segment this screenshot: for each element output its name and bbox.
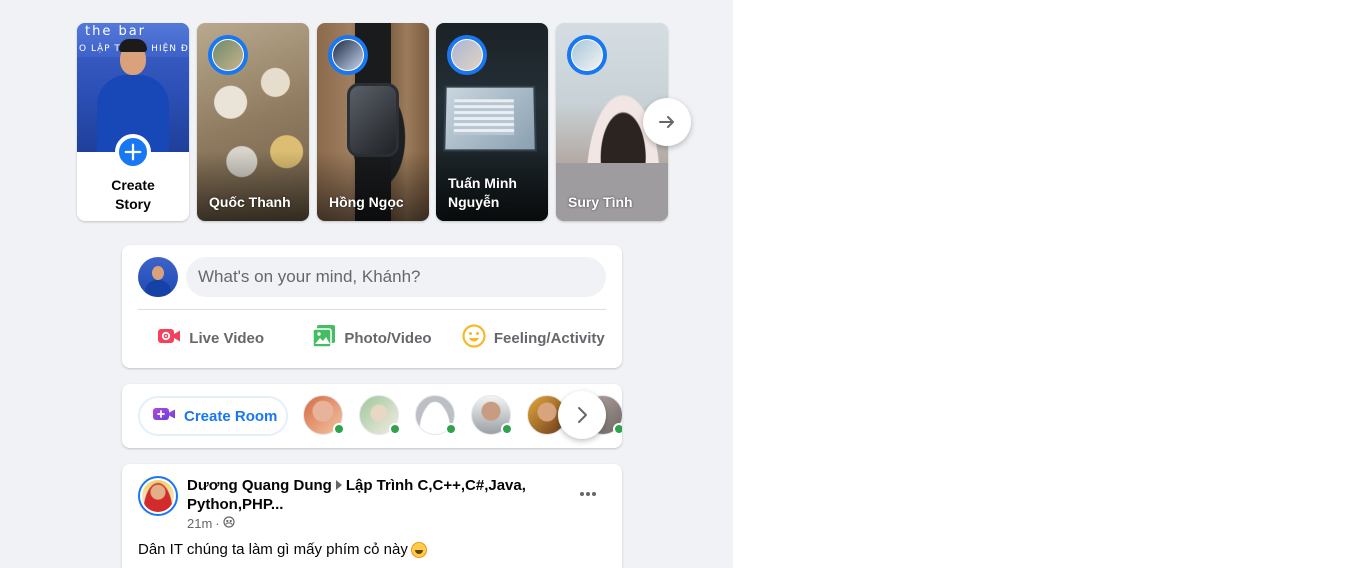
create-room-label: Create Room — [184, 407, 278, 425]
feeling-icon — [462, 324, 486, 352]
live-video-button[interactable]: Live Video — [130, 317, 291, 359]
group-audience-icon — [223, 516, 235, 531]
online-indicator — [501, 423, 513, 435]
whats-on-your-mind-input[interactable]: What's on your mind, Khánh? — [186, 257, 606, 297]
story-card-tuan-minh-nguyen[interactable]: Tuấn Minh Nguyễn — [436, 23, 548, 221]
online-indicator — [445, 423, 457, 435]
story-avatar — [447, 35, 487, 75]
story-avatar — [208, 35, 248, 75]
post-time[interactable]: 21m — [187, 516, 212, 531]
story-card-hong-ngoc[interactable]: Hồng Ngọc — [317, 23, 429, 221]
stories-tray: the bar O LẬP TRÌNH HIỆN ĐẠI Create Stor… — [77, 23, 697, 221]
more-horizontal-icon[interactable] — [572, 478, 604, 510]
video-plus-icon — [152, 402, 176, 430]
story-card-quoc-thanh[interactable]: Quốc Thanh — [197, 23, 309, 221]
photo-video-button[interactable]: Photo/Video — [291, 317, 452, 359]
create-room-button[interactable]: Create Room — [138, 396, 288, 436]
photo-banner-text: the bar — [85, 24, 147, 39]
create-story-card[interactable]: the bar O LẬP TRÌNH HIỆN ĐẠI Create Stor… — [77, 23, 189, 221]
rooms-bar: Create Room — [122, 384, 622, 448]
divider — [138, 309, 606, 310]
post-composer: What's on your mind, Khánh? Live Video P… — [122, 245, 622, 368]
live-video-label: Live Video — [189, 329, 265, 347]
photo-icon — [312, 324, 336, 352]
story-name: Hồng Ngọc — [329, 194, 404, 210]
online-contact[interactable] — [359, 395, 401, 437]
composer-actions: Live Video Photo/Video Feeling/Activity — [130, 317, 614, 359]
story-avatar — [567, 35, 607, 75]
online-indicator — [333, 423, 345, 435]
feeling-activity-label: Feeling/Activity — [493, 329, 605, 347]
online-contact[interactable] — [303, 395, 345, 437]
story-name: Sury Tình — [568, 194, 633, 210]
chevron-right-icon[interactable] — [558, 391, 606, 439]
post-text: Dân IT chúng ta làm gì mấy phím cỏ này — [138, 541, 427, 558]
online-contact[interactable] — [471, 395, 513, 437]
create-story-label: Create Story — [111, 177, 155, 212]
triangle-right-icon — [335, 480, 342, 490]
feed-post: Dương Quang Dung Lập Trình C,C++,C#,Java,… — [122, 464, 622, 568]
post-author-link[interactable]: Dương Quang Dung — [187, 477, 332, 494]
avatar[interactable] — [138, 257, 178, 297]
photo-video-label: Photo/Video — [344, 329, 432, 347]
story-avatar — [328, 35, 368, 75]
arrow-right-icon[interactable] — [643, 98, 691, 146]
feeling-activity-button[interactable]: Feeling/Activity — [453, 317, 614, 359]
story-name: Tuấn Minh Nguyễn — [448, 175, 517, 210]
post-meta: 21m · — [187, 516, 235, 531]
online-contact[interactable] — [415, 395, 457, 437]
plus-icon[interactable] — [115, 134, 151, 170]
create-story-photo: the bar O LẬP TRÌNH HIỆN ĐẠI — [77, 23, 189, 152]
rofl-emoji-icon — [410, 541, 427, 558]
avatar[interactable] — [138, 476, 178, 516]
story-name: Quốc Thanh — [209, 194, 291, 210]
online-indicator — [389, 423, 401, 435]
online-indicator — [613, 423, 622, 435]
post-header: Dương Quang Dung Lập Trình C,C++,C#,Java,… — [187, 476, 537, 514]
live-video-icon — [157, 324, 181, 352]
